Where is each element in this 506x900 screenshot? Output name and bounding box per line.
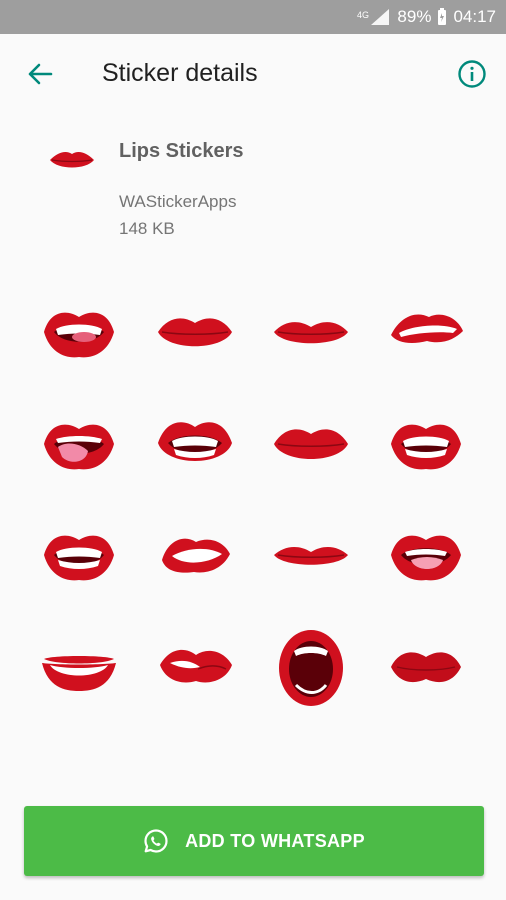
sticker-2[interactable]	[152, 289, 238, 375]
info-icon	[458, 60, 486, 88]
lips-sticker-image	[391, 424, 461, 470]
sticker-1[interactable]	[36, 289, 122, 375]
sticker-13[interactable]	[36, 625, 122, 711]
lips-sticker-image	[158, 422, 232, 461]
network-icon: 4G	[357, 8, 391, 26]
sticker-4[interactable]	[383, 289, 469, 375]
sticker-3[interactable]	[268, 289, 354, 375]
clock: 04:17	[453, 7, 496, 26]
lips-sticker-image	[274, 546, 348, 565]
sticker-14[interactable]	[152, 625, 238, 711]
sticker-9[interactable]	[36, 512, 122, 598]
pack-name: Lips Stickers	[119, 140, 244, 162]
lips-sticker-image	[391, 314, 463, 343]
lips-sticker-image	[44, 312, 114, 358]
lips-sticker-image	[391, 652, 461, 683]
sticker-6[interactable]	[152, 401, 238, 487]
battery-icon	[437, 8, 447, 26]
pack-tray-icon	[46, 140, 98, 180]
pack-header: Lips Stickers WAStickerApps 148 KB	[0, 116, 506, 266]
svg-text:4G: 4G	[357, 10, 369, 20]
add-to-whatsapp-button[interactable]: ADD TO WHATSAPP	[24, 806, 484, 876]
lips-sticker-image	[160, 649, 232, 683]
pack-publisher: WAStickerApps	[119, 192, 237, 211]
sticker-5[interactable]	[36, 401, 122, 487]
lips-sticker-image	[279, 630, 343, 706]
sticker-15[interactable]	[268, 625, 354, 711]
lips-sticker-image	[44, 424, 114, 470]
lips-sticker-image	[42, 656, 116, 691]
battery-level: 89%	[397, 7, 432, 26]
back-button[interactable]	[22, 56, 58, 92]
app-bar: Sticker details	[0, 34, 506, 116]
sticker-11[interactable]	[268, 512, 354, 598]
sticker-7[interactable]	[268, 401, 354, 487]
page-title: Sticker details	[102, 59, 258, 87]
arrow-back-icon	[28, 63, 53, 85]
sticker-16[interactable]	[383, 625, 469, 711]
status-bar: 4G 89% 04:17	[0, 0, 506, 34]
lips-sticker-image	[44, 535, 114, 581]
lips-sticker-image	[274, 429, 348, 459]
info-button[interactable]	[454, 56, 490, 92]
add-to-whatsapp-label: ADD TO WHATSAPP	[185, 830, 365, 851]
sticker-12[interactable]	[383, 512, 469, 598]
pack-size: 148 KB	[119, 219, 175, 238]
lips-sticker-image	[391, 535, 461, 581]
sticker-10[interactable]	[152, 512, 238, 598]
lips-sticker-image	[274, 322, 348, 344]
lips-sticker-image	[162, 538, 230, 573]
sticker-8[interactable]	[383, 401, 469, 487]
lips-sticker-image	[158, 318, 232, 347]
whatsapp-icon	[144, 829, 168, 853]
